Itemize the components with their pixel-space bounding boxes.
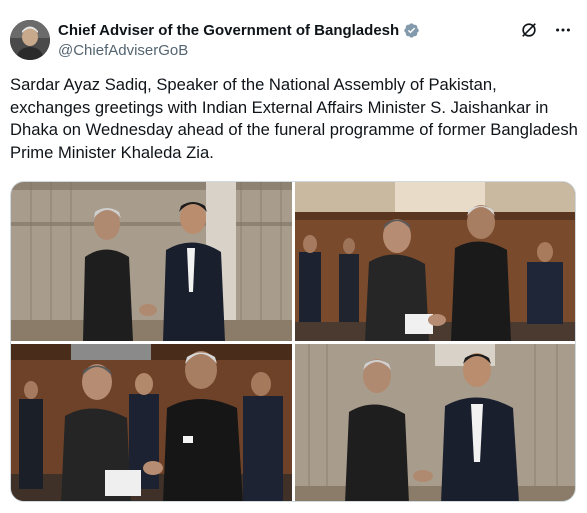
author-handle[interactable]: @ChiefAdviserGoB [58,42,527,59]
photo-2[interactable] [295,182,575,341]
more-icon[interactable] [553,20,573,40]
grok-icon[interactable] [519,20,539,40]
verified-badge-icon [403,22,420,39]
photo-1[interactable] [11,182,292,341]
author-name[interactable]: Chief Adviser of the Government of Bangl… [58,22,399,39]
avatar[interactable] [10,20,50,60]
tweet-header: Chief Adviser of the Government of Bangl… [58,20,527,59]
name-row: Chief Adviser of the Government of Bangl… [58,20,527,40]
photo-3[interactable] [11,344,292,501]
photo-grid [10,181,576,502]
tweet: Chief Adviser of the Government of Bangl… [0,0,587,513]
photo-4[interactable] [295,344,575,501]
header-actions [519,20,573,40]
tweet-text: Sardar Ayaz Sadiq, Speaker of the Nation… [10,75,578,162]
